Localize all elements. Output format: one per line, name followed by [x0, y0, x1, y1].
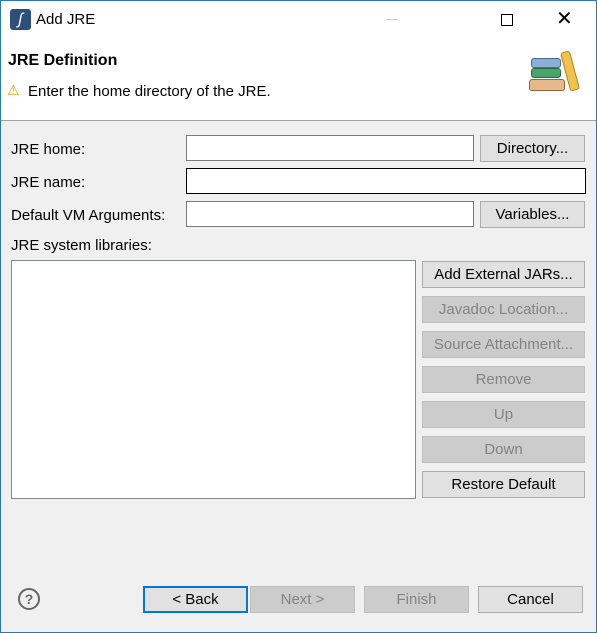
close-button[interactable]: ✕ [556, 7, 573, 31]
javadoc-location-button[interactable]: Javadoc Location... [422, 296, 585, 323]
wizard-header: JRE Definition ⚠ Enter the home director… [1, 39, 596, 121]
variables-button[interactable]: Variables... [480, 201, 585, 228]
jre-home-input[interactable] [186, 135, 474, 161]
warning-icon: ⚠ [7, 82, 20, 98]
add-external-jars-button[interactable]: Add External JARs... [422, 261, 585, 288]
libraries-label: JRE system libraries: [11, 237, 152, 254]
page-title: JRE Definition [8, 52, 118, 69]
back-button[interactable]: < Back [143, 586, 248, 613]
vm-args-input[interactable] [186, 201, 474, 227]
finish-button[interactable]: Finish [364, 586, 469, 613]
next-button[interactable]: Next > [250, 586, 355, 613]
source-attachment-button[interactable]: Source Attachment... [422, 331, 585, 358]
help-icon[interactable]: ? [18, 588, 40, 610]
vm-args-label: Default VM Arguments: [11, 207, 166, 224]
remove-button[interactable]: Remove [422, 366, 585, 393]
minimize-button[interactable] [386, 19, 398, 20]
title-bar: ʃ Add JRE ✕ [1, 1, 596, 39]
eclipse-app-icon: ʃ [10, 9, 31, 30]
up-button[interactable]: Up [422, 401, 585, 428]
directory-button[interactable]: Directory... [480, 135, 585, 162]
books-icon [527, 50, 583, 95]
jre-name-label: JRE name: [11, 174, 86, 191]
cancel-button[interactable]: Cancel [478, 586, 583, 613]
jre-name-input[interactable] [186, 168, 586, 194]
restore-default-button[interactable]: Restore Default [422, 471, 585, 498]
window-title: Add JRE [36, 11, 96, 28]
down-button[interactable]: Down [422, 436, 585, 463]
maximize-button[interactable] [501, 14, 513, 26]
header-message: Enter the home directory of the JRE. [28, 83, 271, 100]
jre-home-label: JRE home: [11, 141, 86, 158]
add-jre-dialog: ʃ Add JRE ✕ JRE Definition ⚠ Enter the h… [0, 0, 597, 633]
libraries-list[interactable] [11, 260, 416, 499]
